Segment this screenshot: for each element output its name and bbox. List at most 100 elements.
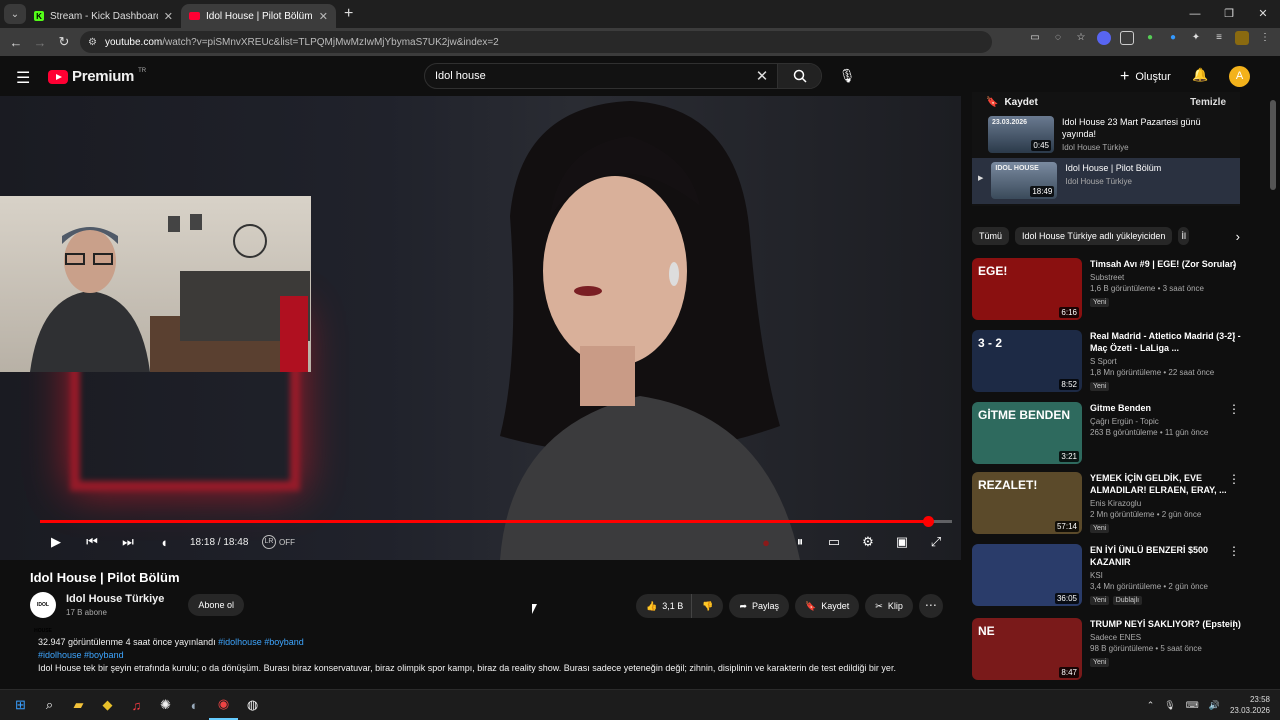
steam-icon[interactable]: ◐	[180, 691, 209, 720]
description-box[interactable]: 32.947 görüntülenme 4 saat önce yayınlan…	[30, 632, 960, 684]
account-avatar[interactable]: A	[1229, 66, 1250, 87]
voice-search-mic-icon[interactable]: 🎙	[838, 68, 856, 86]
video-thumbnail[interactable]: 36:05	[972, 544, 1082, 606]
tab-kick-dashboard[interactable]: K Stream - Kick Dashboard ✕	[26, 4, 181, 28]
autoplay-toggle-icon[interactable]: ⏸	[788, 534, 812, 550]
more-options-icon[interactable]: ⋮	[1228, 258, 1240, 272]
channel-avatar[interactable]: IDOL HOUSE	[30, 592, 56, 634]
fullscreen-icon[interactable]: ⤢	[924, 534, 948, 550]
more-options-icon[interactable]: ⋮	[1228, 402, 1240, 416]
hashtag-link[interactable]: #idolhouse #boyband	[218, 637, 304, 647]
tab-youtube-video[interactable]: Idol House | Pilot Bölüm - YouT ✕	[181, 4, 336, 28]
subscribe-button[interactable]: Abone ol	[188, 594, 244, 616]
eye-off-icon[interactable]: ◌	[1051, 31, 1065, 45]
bookmark-star-icon[interactable]: ☆	[1074, 31, 1088, 45]
site-info-icon[interactable]: ⚙	[88, 37, 97, 48]
restore-icon[interactable]: ❐	[1212, 0, 1246, 28]
chatgpt-icon[interactable]: ✺	[151, 691, 180, 720]
reading-list-icon[interactable]: ≡	[1212, 31, 1226, 45]
clock[interactable]: 23:58 23.03.2026	[1230, 694, 1270, 716]
play-icon[interactable]: ▶	[38, 534, 74, 550]
video-thumbnail[interactable]: EGE! 6:16	[972, 258, 1082, 320]
music-app-icon[interactable]: ♫	[122, 691, 151, 720]
recommendation-item[interactable]: 3 - 2 8:52 Real Madrid - Atletico Madrid (…	[972, 330, 1242, 392]
notifications-bell-icon[interactable]: 🔔	[1192, 67, 1208, 83]
search-input[interactable]: Idol house	[425, 70, 747, 82]
close-tab-icon[interactable]: ✕	[164, 10, 173, 23]
recommendation-item[interactable]: NE 8:47 TRUMP NEYİ SAKLIYOR? (Epstein) Sade…	[972, 618, 1242, 680]
chrome-icon[interactable]: ◉	[209, 691, 238, 720]
browser-menu-icon[interactable]: ⋮	[1258, 31, 1272, 45]
new-tab-button[interactable]: +	[344, 5, 353, 23]
bookmark-icon[interactable]: 🔖	[986, 97, 998, 108]
volume-icon[interactable]: ◖	[146, 535, 182, 550]
search-button[interactable]	[777, 64, 821, 88]
playlist-item[interactable]: 23.03.2026 0:45 Idol House 23 Mart Pazar…	[972, 112, 1240, 158]
microphone-icon[interactable]: 🎙	[1164, 700, 1175, 711]
save-button[interactable]: 🔖 Kaydet	[795, 594, 860, 618]
theater-mode-icon[interactable]: ▣	[890, 534, 914, 550]
clear-search-icon[interactable]: ✕	[747, 67, 777, 85]
like-button[interactable]: 👍 3,1 B	[636, 594, 692, 618]
close-window-icon[interactable]: ✕	[1246, 0, 1280, 28]
minimize-icon[interactable]: —	[1178, 0, 1212, 28]
playlist-item-current[interactable]: ▶ IDOL HOUSE 18:49 Idol House | Pilot Bö…	[972, 158, 1240, 204]
forward-icon[interactable]: →	[28, 35, 52, 50]
record-icon[interactable]: ●	[754, 535, 778, 550]
more-options-icon[interactable]: ⋮	[1228, 618, 1240, 632]
cast-icon[interactable]: ▭	[1028, 31, 1042, 45]
address-bar[interactable]: ⚙ youtube.com/watch?v=piSMnvXREUc&list=T…	[80, 31, 992, 53]
back-icon[interactable]: ←	[4, 35, 28, 50]
chip-all[interactable]: Tümü	[972, 227, 1010, 245]
channel-name[interactable]: Idol House Türkiye	[66, 593, 164, 605]
more-options-icon[interactable]: ⋮	[1228, 330, 1240, 344]
chip-related[interactable]: İl	[1178, 227, 1189, 245]
hamburger-menu-icon[interactable]: ☰	[16, 68, 30, 88]
video-player[interactable]: ▶ ⏮ ⏭ ◖ 18:18 / 18:48 LR OFF ● ⏸ ▭ ⚙ ▣ ⤢	[0, 96, 961, 560]
more-actions-icon[interactable]: ⋯	[918, 594, 943, 618]
windows-start-icon[interactable]: ⊞	[6, 691, 35, 720]
more-options-icon[interactable]: ⋮	[1228, 544, 1240, 558]
volume-icon[interactable]: 🔊	[1209, 700, 1220, 711]
clear-playlist-button[interactable]: Temizle	[1190, 97, 1226, 108]
progress-bar[interactable]	[40, 516, 952, 527]
extension-icon[interactable]: ●	[1166, 31, 1180, 45]
clip-button[interactable]: ✂ Klip	[865, 594, 913, 618]
network-icon[interactable]: ⌨	[1186, 700, 1199, 711]
share-button[interactable]: ➦ Paylaş	[729, 594, 790, 618]
dislike-button[interactable]: 👎	[691, 594, 724, 618]
page-scrollbar[interactable]	[1270, 96, 1278, 686]
tab-list-button[interactable]: ⌄	[4, 4, 26, 24]
obs-icon[interactable]: ◍	[238, 691, 267, 720]
settings-gear-icon[interactable]: ⚙	[856, 534, 880, 550]
hashtag-line[interactable]: #idolhouse #boyband	[38, 649, 952, 662]
playlist-save-label[interactable]: Kaydet	[1004, 97, 1037, 108]
previous-icon[interactable]: ⏮	[74, 534, 110, 550]
extension-icon[interactable]	[1120, 31, 1134, 45]
video-thumbnail[interactable]: REZALET! 57:14	[972, 472, 1082, 534]
progress-scrubber[interactable]	[923, 516, 935, 527]
youtube-logo[interactable]: Premium TR	[48, 68, 146, 85]
file-explorer-icon[interactable]: ▰	[64, 691, 93, 720]
reload-icon[interactable]: ↻	[52, 34, 76, 50]
video-thumbnail[interactable]: NE 8:47	[972, 618, 1082, 680]
next-icon[interactable]: ⏭	[110, 534, 146, 550]
create-button[interactable]: + Oluştur	[1120, 68, 1171, 86]
more-options-icon[interactable]: ⋮	[1228, 472, 1240, 486]
chip-uploader[interactable]: Idol House Türkiye adlı yükleyiciden	[1015, 227, 1173, 245]
recommendation-item[interactable]: REZALET! 57:14 YEMEK İÇİN GELDİK, EVE ALMA…	[972, 472, 1242, 534]
puzzle-icon[interactable]: ✦	[1189, 31, 1203, 45]
video-thumbnail[interactable]: 3 - 2 8:52	[972, 330, 1082, 392]
recommendation-item[interactable]: EGE! 6:16 Timsah Avı #9 | EGE! (Zor Sorula…	[972, 258, 1242, 320]
language-reactor-toggle[interactable]: LR OFF	[262, 535, 295, 549]
recommendation-item[interactable]: GİTME BENDEN 3:21 Gitme Benden Çağrı Ergün …	[972, 402, 1242, 464]
tray-expand-icon[interactable]: ⌃	[1147, 700, 1155, 711]
video-thumbnail[interactable]: GİTME BENDEN 3:21	[972, 402, 1082, 464]
profile-icon[interactable]	[1235, 31, 1249, 45]
search-icon[interactable]: ⌕	[35, 691, 64, 720]
chevron-right-icon[interactable]: ›	[1236, 229, 1240, 244]
subtitles-icon[interactable]: ▭	[822, 534, 846, 550]
recommendation-item[interactable]: 36:05 EN İYİ ÜNLÜ BENZERİ $500 KAZANIR KSI…	[972, 544, 1242, 606]
extension-icon[interactable]: ●	[1143, 31, 1157, 45]
scrollbar-thumb[interactable]	[1270, 100, 1276, 190]
